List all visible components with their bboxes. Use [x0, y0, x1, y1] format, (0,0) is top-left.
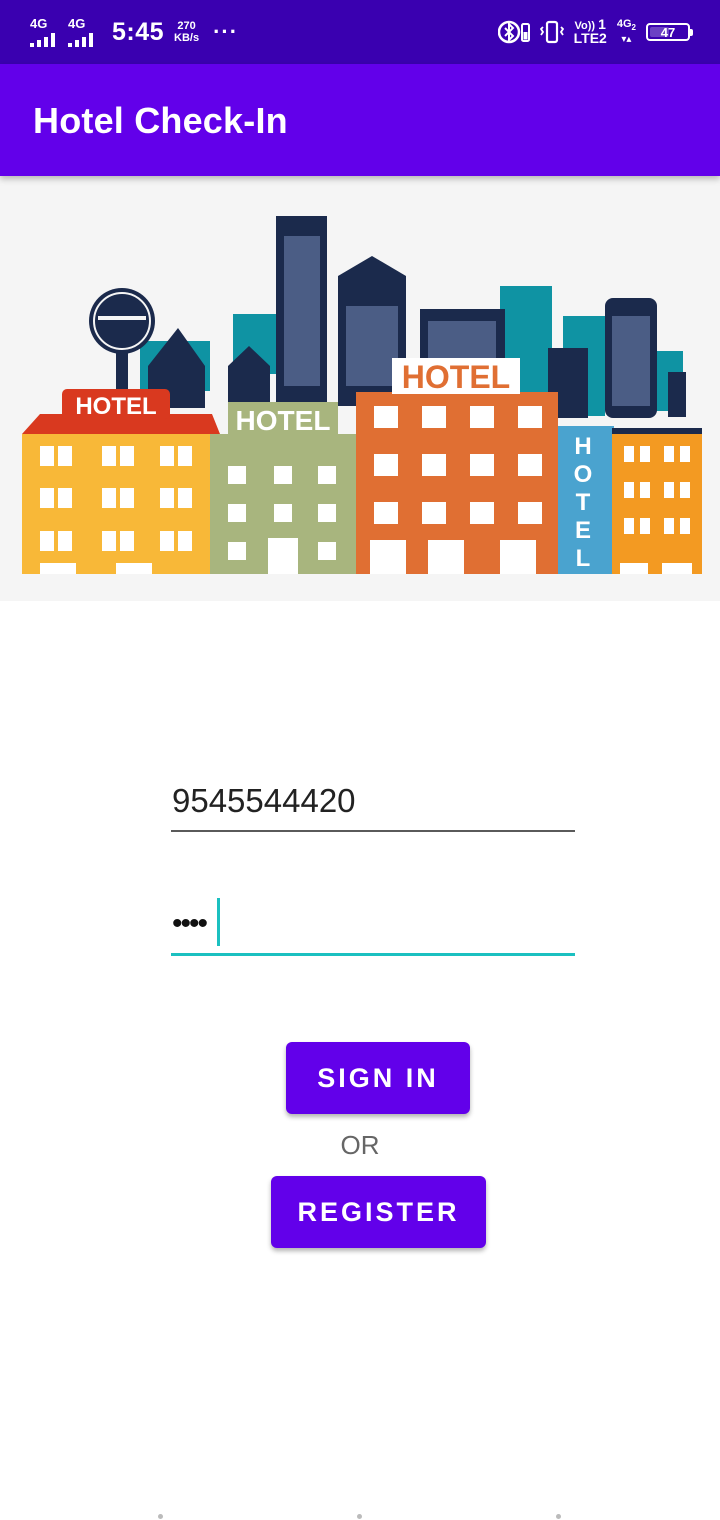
battery-level: 47: [660, 24, 676, 40]
hotel-sign-middle: HOTEL: [236, 405, 331, 436]
network-speed-unit: KB/s: [174, 32, 200, 44]
volte-indicator: Vo)) 1 LTE2: [573, 17, 607, 46]
status-time: 5:45: [112, 17, 165, 46]
phone-number-field[interactable]: 9545544420: [171, 774, 575, 832]
nav-hint-dot: [357, 1514, 362, 1519]
network-type-label: 4G: [616, 18, 632, 31]
hotel-vertical-letter: H: [574, 433, 591, 460]
battery-icon: 47: [646, 23, 693, 41]
password-masked-value: ••••: [172, 907, 208, 940]
or-divider-label: OR: [340, 1130, 380, 1160]
phone-number-value: 9545544420: [172, 782, 356, 819]
hotel-vertical-letter: L: [576, 545, 591, 572]
hotel-sign-left: HOTEL: [75, 393, 156, 420]
app-title: Hotel Check-In: [33, 100, 288, 141]
nav-hint-dot: [556, 1514, 561, 1519]
hotel-sign-center: HOTEL: [402, 359, 510, 395]
status-right: Vo)) 1 LTE2 4G2 ▾▴ 47: [497, 14, 693, 50]
city-hotels-illustration: HOTEL HOTEL HOTEL H O T E L: [22, 216, 702, 574]
password-field[interactable]: ••••: [171, 896, 575, 956]
network-type-label: 4G: [30, 16, 48, 31]
hotel-vertical-letter: T: [576, 489, 591, 516]
more-notifications-icon: ···: [213, 19, 239, 44]
nav-hint-dot: [158, 1514, 163, 1519]
status-bar: 4G 4G 5:45 270 KB/s ··· Vo)) 1 LTE2 4G2 …: [0, 0, 720, 64]
register-button[interactable]: REGISTER: [271, 1176, 486, 1248]
signal-icon: 4G: [68, 17, 102, 47]
lte-label: LTE2: [573, 30, 607, 46]
hotel-banner-image: HOTEL HOTEL HOTEL H O T E L: [0, 176, 720, 601]
app-bar: Hotel Check-In: [0, 64, 720, 176]
vibrate-icon: [539, 19, 564, 45]
network-type-label: 4G: [68, 16, 86, 31]
status-left: 4G 4G 5:45 270 KB/s ···: [30, 14, 238, 50]
signal-icon: 4G: [30, 17, 64, 47]
data-activity-icon: 4G2 ▾▴: [616, 18, 636, 45]
hotel-vertical-letter: O: [574, 461, 593, 488]
bluetooth-battery-icon: [497, 19, 530, 45]
hotel-vertical-letter: E: [575, 517, 591, 544]
text-cursor: [217, 898, 220, 946]
sign-in-button[interactable]: SIGN IN: [286, 1042, 470, 1114]
network-speed: 270 KB/s: [174, 20, 199, 44]
sim-slot-label: 2: [631, 23, 636, 33]
network-speed-value: 270: [177, 20, 196, 32]
